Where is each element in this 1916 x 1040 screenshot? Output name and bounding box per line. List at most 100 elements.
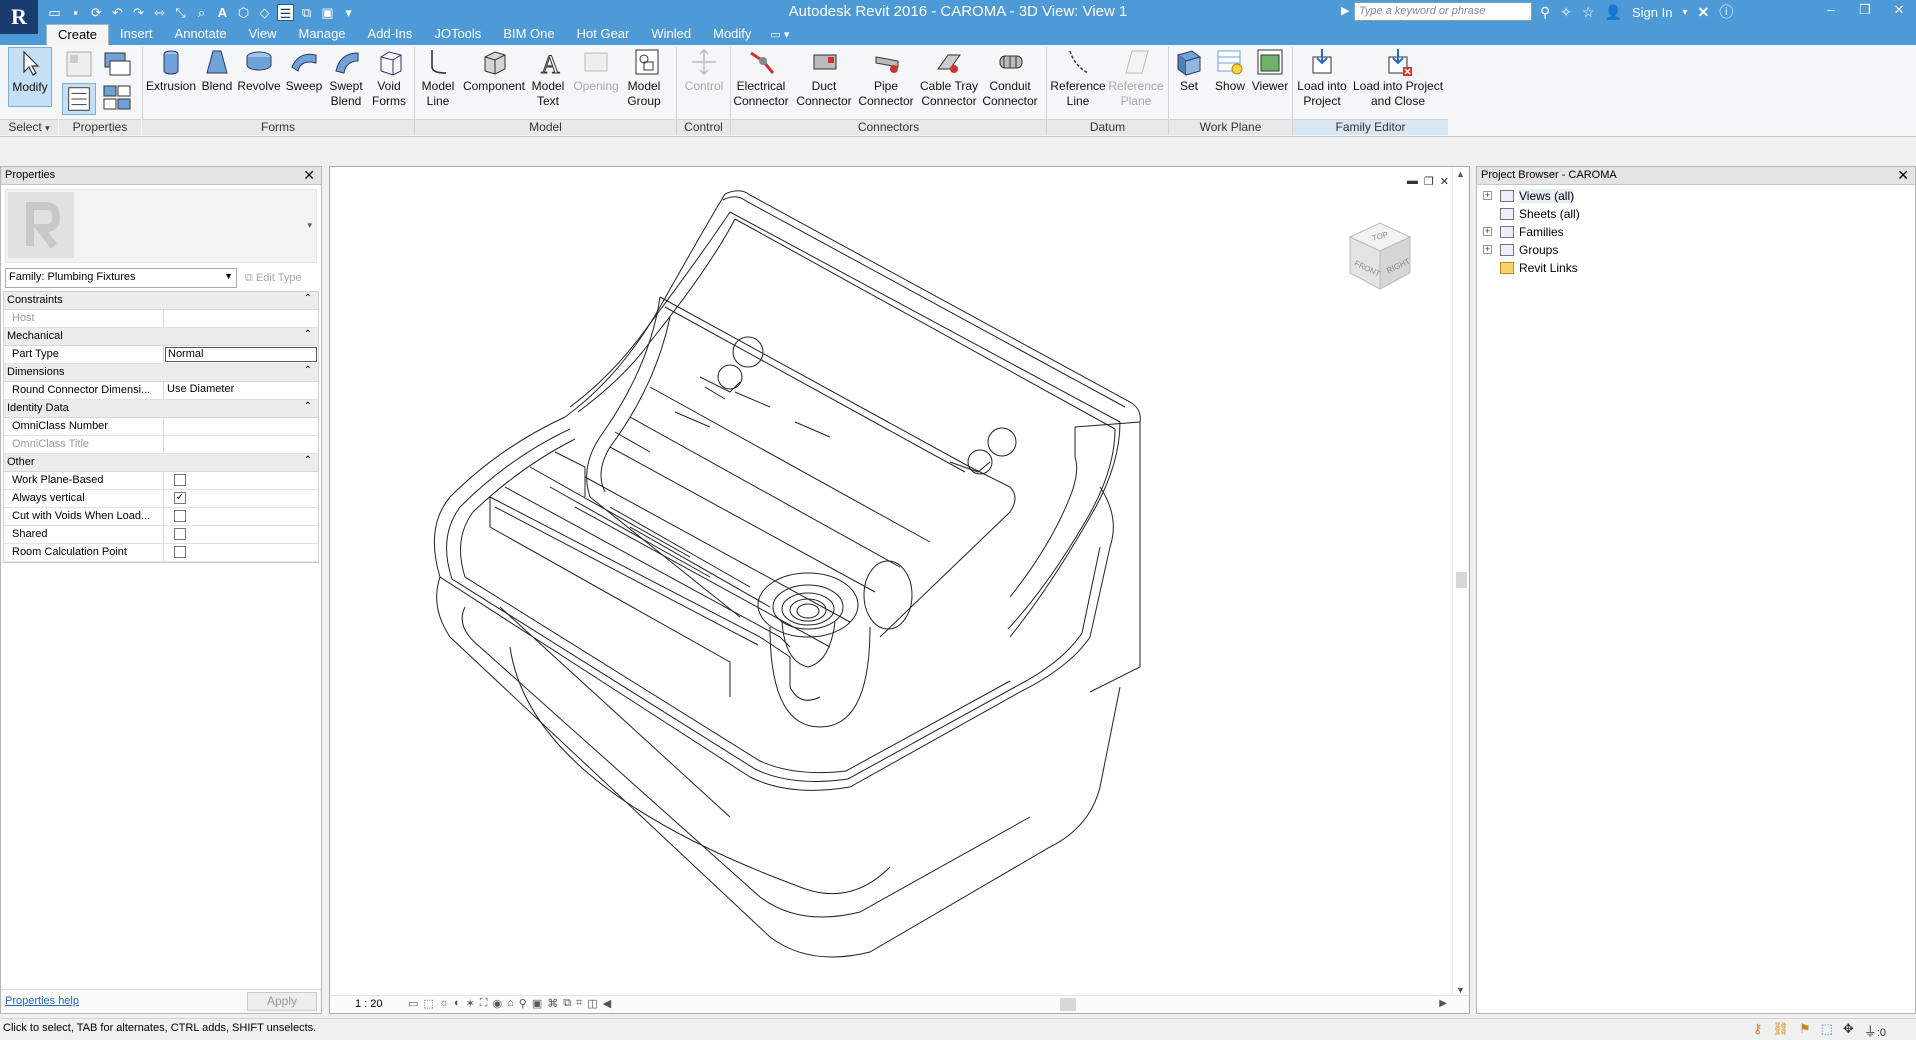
panel-select[interactable]: Select ▾ [0, 119, 58, 135]
view-vertical-scrollbar[interactable]: ▲ ▼ [1452, 167, 1469, 997]
expand-icon[interactable]: + [1483, 245, 1492, 254]
help-icon[interactable]: ⓘ [1719, 2, 1733, 22]
scroll-up-icon[interactable]: ▲ [1456, 169, 1465, 179]
load-into-project-and-close-button[interactable]: Load into Project and Close [1350, 47, 1446, 109]
tree-item-revit-links[interactable]: Revit Links [1477, 259, 1915, 277]
undo-icon[interactable]: ↶ [109, 4, 126, 21]
reference-plane-button[interactable]: Reference Plane [1108, 47, 1166, 109]
void-forms-button[interactable]: Void Forms [370, 47, 410, 109]
search-input[interactable]: Type a keyword or phrase [1354, 2, 1532, 21]
show-crop-icon[interactable]: ◉ [492, 997, 502, 1010]
opening-button[interactable]: Opening [572, 47, 620, 94]
restore-icon[interactable]: ❐ [1848, 0, 1882, 22]
worksharing-icon[interactable]: ⌘ [547, 997, 558, 1010]
tab-bim-one[interactable]: BIM One [492, 24, 565, 45]
edit-type-button[interactable]: ⧉ Edit Type [245, 272, 302, 285]
analytical-icon[interactable]: ⧉ [563, 997, 571, 1010]
detail-level-icon[interactable]: ▭ [408, 997, 418, 1010]
type-selector[interactable]: ▾ [5, 189, 317, 263]
collapse-icon[interactable]: ⌃ [304, 365, 312, 376]
tree-item-families[interactable]: + Families [1477, 223, 1915, 241]
visual-style-icon[interactable]: ⬚ [423, 997, 433, 1010]
exchange-apps-icon[interactable]: ✕ [1698, 4, 1710, 21]
cable-tray-connector-button[interactable]: Cable Tray Connector [918, 47, 980, 109]
redo-icon[interactable]: ↷ [130, 4, 147, 21]
family-types-icon[interactable] [102, 49, 132, 79]
set-button[interactable]: Set [1172, 47, 1206, 94]
close-hidden-windows-icon[interactable]: ⧉ [298, 4, 315, 21]
tab-hot-gear[interactable]: Hot Gear [566, 24, 641, 45]
tab-insert[interactable]: Insert [109, 24, 164, 45]
collapse-icon[interactable]: ⌃ [304, 455, 312, 466]
model-text-button[interactable]: A Model Text [528, 47, 572, 109]
shadows-icon[interactable]: ◐ [454, 997, 461, 1010]
round-connector-field[interactable]: Use Diameter [164, 382, 318, 399]
type-properties-icon[interactable] [102, 83, 132, 113]
crop-view-icon[interactable]: ⛶ [480, 997, 488, 1010]
tab-modify[interactable]: Modify [702, 24, 762, 45]
omniclass-number-field[interactable] [164, 418, 318, 435]
select-pinned-icon[interactable]: ⚑ [1799, 1021, 1811, 1040]
tab-view[interactable]: View [238, 24, 288, 45]
open-icon[interactable]: ▭ [46, 4, 63, 21]
drag-elements-icon[interactable]: ✥ [1843, 1021, 1854, 1040]
extrusion-button[interactable]: Extrusion [146, 47, 196, 94]
horizontal-scrollbar-thumb[interactable] [1060, 998, 1076, 1011]
application-menu-button[interactable]: R [0, 0, 38, 34]
component-button[interactable]: Component [460, 47, 528, 94]
load-into-project-button[interactable]: Load into Project [1294, 47, 1350, 109]
thin-lines-icon[interactable]: ☰ [277, 3, 294, 21]
collapse-icon[interactable]: ⌃ [304, 401, 312, 412]
electrical-connector-button[interactable]: Electrical Connector [730, 47, 794, 109]
view-scale[interactable]: 1 : 20 [355, 998, 383, 1010]
sun-path-icon[interactable]: ☼ [439, 997, 449, 1010]
scroll-left-icon[interactable]: ◀ [603, 997, 611, 1010]
control-button[interactable]: Control [680, 47, 728, 94]
properties-help-link[interactable]: Properties help [5, 995, 79, 1007]
minimize-icon[interactable]: – [1814, 0, 1848, 22]
conduit-connector-button[interactable]: Conduit Connector [980, 47, 1042, 109]
group-mechanical[interactable]: Mechanical ⌃ [4, 328, 318, 346]
user-icon[interactable]: 👤 [1605, 4, 1622, 21]
blend-button[interactable]: Blend [198, 47, 236, 94]
tag-icon[interactable]: ⌕ [193, 4, 210, 21]
tree-item-views[interactable]: + Views (all) [1477, 187, 1915, 205]
scroll-down-icon[interactable]: ▼ [1456, 985, 1465, 995]
select-by-face-icon[interactable]: ⬚ [1821, 1021, 1833, 1040]
scrollbar-thumb[interactable] [1456, 572, 1467, 588]
room-calculation-point-checkbox[interactable] [174, 546, 186, 558]
viewcube[interactable]: TOP FRONT RIGHT [1340, 215, 1420, 298]
group-constraints[interactable]: Constraints ⌃ [4, 292, 318, 310]
modify-button[interactable]: Modify [8, 47, 52, 107]
reveal-constraints-icon[interactable]: ◫ [587, 997, 597, 1010]
part-type-field[interactable]: Normal [165, 347, 317, 362]
aligned-dimension-icon[interactable]: ⤡ [172, 4, 189, 21]
group-identity-data[interactable]: Identity Data ⌃ [4, 400, 318, 418]
show-button[interactable]: Show [1210, 47, 1250, 94]
tab-manage[interactable]: Manage [288, 24, 357, 45]
sweep-button[interactable]: Sweep [282, 47, 326, 94]
revolve-button[interactable]: Revolve [236, 47, 282, 94]
tree-item-groups[interactable]: + Groups [1477, 241, 1915, 259]
family-filter-select[interactable]: Family: Plumbing Fixtures ▼ [5, 268, 237, 288]
apply-button[interactable]: Apply [247, 992, 317, 1011]
ribbon-display-toggle-icon[interactable]: ▭ ▾ [762, 24, 797, 45]
collapse-icon[interactable]: ⌃ [304, 293, 312, 304]
expand-icon[interactable]: + [1483, 191, 1492, 200]
duct-connector-button[interactable]: Duct Connector [794, 47, 856, 109]
swept-blend-button[interactable]: Swept Blend [326, 47, 368, 109]
reveal-hidden-icon[interactable]: ▣ [532, 997, 542, 1010]
text-icon[interactable]: A [214, 4, 231, 21]
subscription-icon[interactable]: ✧ [1560, 4, 1572, 21]
rendering-icon[interactable]: ✶ [466, 997, 475, 1010]
measure-icon[interactable]: ⇿ [151, 4, 168, 21]
viewer-button[interactable]: Viewer [1250, 47, 1290, 94]
switch-windows-icon[interactable]: ▣ [319, 4, 336, 21]
tab-create[interactable]: Create [46, 24, 110, 45]
filter-icon[interactable]: ⏚:0 [1864, 1021, 1886, 1040]
default-3d-view-icon[interactable]: ⬡ [235, 4, 252, 21]
group-other[interactable]: Other ⌃ [4, 454, 318, 472]
tab-annotate[interactable]: Annotate [164, 24, 238, 45]
type-selector-dropdown-icon[interactable]: ▾ [307, 220, 312, 231]
cut-with-voids-checkbox[interactable] [174, 510, 186, 522]
